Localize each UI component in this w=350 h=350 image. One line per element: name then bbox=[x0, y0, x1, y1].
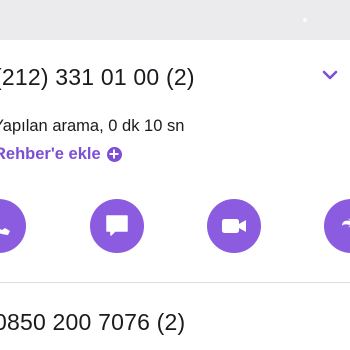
phone-icon bbox=[0, 228, 10, 235]
chevron-down-icon[interactable] bbox=[320, 64, 340, 86]
snow-particle bbox=[270, 198, 275, 203]
plus-circle-icon bbox=[106, 146, 122, 162]
chat-bubble-icon bbox=[106, 215, 128, 236]
snow-particle bbox=[303, 18, 307, 22]
share-button[interactable] bbox=[324, 199, 350, 253]
video-call-button[interactable] bbox=[207, 199, 261, 253]
phone-number-secondary[interactable]: 0850 200 7076 (2) bbox=[0, 309, 185, 336]
phone-number-primary[interactable]: (212) 331 01 00 (2) bbox=[0, 64, 195, 91]
add-to-contacts-label: Rehber'e ekle bbox=[0, 144, 101, 163]
top-strip bbox=[0, 0, 350, 40]
call-button[interactable] bbox=[0, 199, 26, 253]
call-details-screen: (212) 331 01 00 (2) Yapılan arama, 0 dk … bbox=[0, 0, 350, 350]
message-button[interactable] bbox=[90, 199, 144, 253]
snow-particle bbox=[141, 143, 153, 155]
video-camera-icon bbox=[222, 219, 246, 233]
add-to-contacts-link[interactable]: Rehber'e ekle bbox=[0, 143, 122, 165]
snow-particle bbox=[64, 303, 68, 307]
call-log-summary: Yapılan arama, 0 dk 10 sn bbox=[0, 117, 185, 135]
share-icon bbox=[342, 218, 350, 228]
